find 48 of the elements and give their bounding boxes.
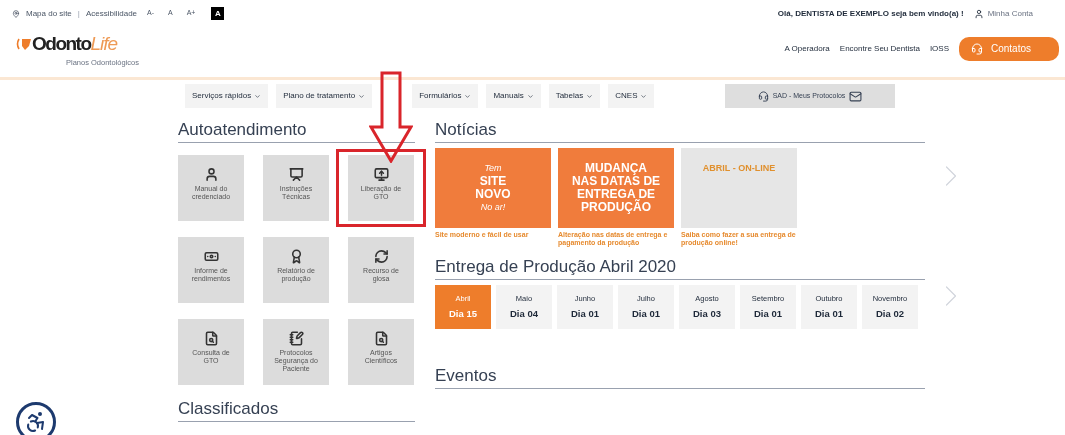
menu-dropdown[interactable]: Tabelas bbox=[548, 84, 601, 108]
sitemap-link[interactable]: Mapa do site bbox=[26, 7, 72, 20]
headset-icon bbox=[757, 90, 769, 102]
pin-icon bbox=[12, 9, 20, 18]
caret-icon bbox=[254, 92, 262, 100]
document-icon bbox=[203, 331, 219, 346]
caret-icon bbox=[526, 92, 534, 100]
menu-dropdown[interactable]: Formulários bbox=[412, 84, 479, 108]
section-title: Notícias bbox=[435, 120, 497, 139]
board-icon bbox=[288, 167, 304, 182]
banner-text: SITE bbox=[479, 175, 507, 188]
section-title: Entrega de Produção Abril 2020 bbox=[435, 257, 676, 276]
document-icon bbox=[373, 331, 389, 346]
caret-icon bbox=[586, 92, 594, 100]
caret-icon bbox=[640, 92, 648, 100]
person-icon bbox=[203, 167, 219, 182]
section-title: Autoatendimento bbox=[178, 120, 307, 139]
section-title: Eventos bbox=[435, 366, 497, 385]
menu-dropdown[interactable]: CNES bbox=[608, 84, 655, 108]
greeting-text: Olá, DENTISTA DE EXEMPLO seja bem vindo(a) ! bbox=[777, 7, 964, 20]
nav-link[interactable]: Encontre Seu Dentista bbox=[839, 42, 920, 55]
menu-dropdown[interactable]: Plano de tratamento bbox=[276, 84, 373, 108]
banner-text: NAS DATAS DE bbox=[571, 175, 661, 188]
separator: | bbox=[77, 7, 80, 20]
account-link[interactable]: Minha Conta bbox=[987, 7, 1033, 20]
caret-icon bbox=[358, 92, 366, 100]
banner-text: MUDANÇA bbox=[585, 162, 647, 175]
nav-link[interactable]: IOSS bbox=[929, 42, 949, 55]
menu-dropdown[interactable]: Serviços rápidos bbox=[185, 84, 269, 108]
banner-text: Tem bbox=[484, 162, 502, 175]
nav-link[interactable]: A Operadora bbox=[784, 42, 830, 55]
caret-icon bbox=[464, 92, 472, 100]
contrast-button[interactable]: A bbox=[211, 7, 225, 20]
refresh-icon bbox=[373, 249, 389, 264]
banner-text: PRODUÇÃO bbox=[581, 201, 651, 214]
menu-dropdown[interactable]: Manuais bbox=[486, 84, 541, 108]
banner-text: ABRIL - ON-LINE bbox=[702, 162, 776, 175]
monitor-icon bbox=[373, 167, 389, 182]
section-title: Classificados bbox=[178, 399, 279, 418]
logo-mark-icon bbox=[16, 37, 32, 51]
headset-icon bbox=[971, 42, 983, 55]
mail-icon bbox=[849, 89, 863, 103]
accessibility-link[interactable]: Acessibilidade bbox=[85, 7, 138, 20]
notepad-icon bbox=[288, 331, 304, 346]
banner-text: NOVO bbox=[475, 188, 511, 201]
user-icon bbox=[973, 8, 984, 19]
banner-text: No ar! bbox=[480, 201, 506, 214]
accessibility-button[interactable] bbox=[16, 402, 56, 435]
